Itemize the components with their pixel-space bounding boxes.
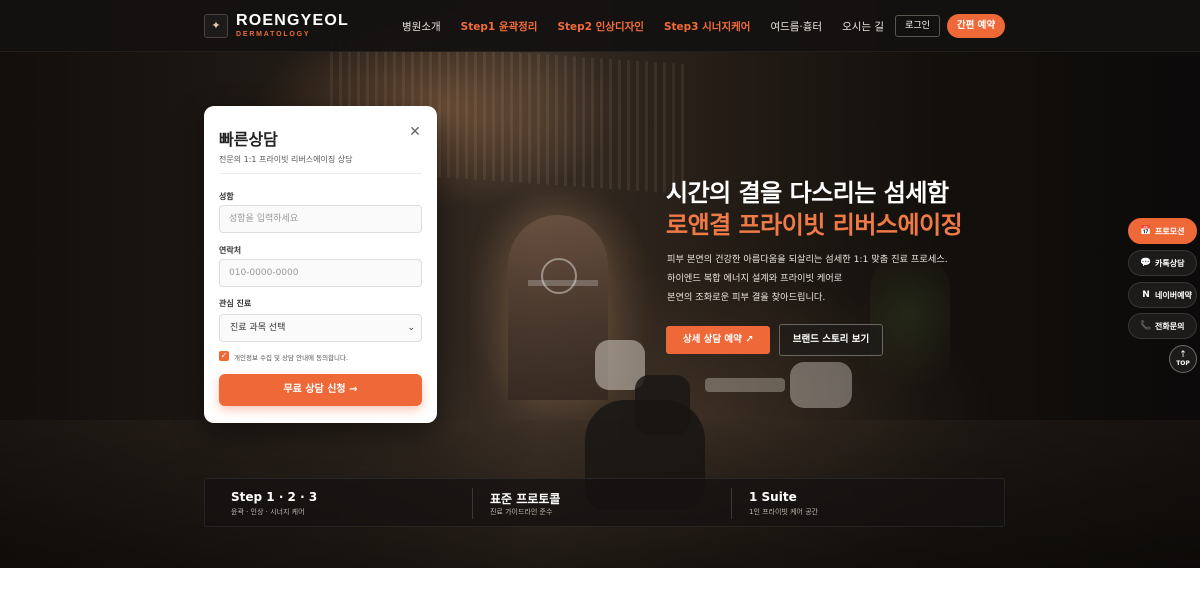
kakao-consult-label: 카톡상담 (1155, 258, 1185, 268)
form-title: 빠른상담 (219, 130, 278, 149)
quick-reservation-button[interactable]: 간편 예약 (947, 14, 1005, 38)
site-header: ✦ ROENGYEOL DERMATOLOGY 병원소개 Step1 윤곽정리 … (0, 0, 1200, 52)
agree-checkbox[interactable]: ✓ (219, 351, 229, 361)
detail-consult-label: 상세 상담 예약 (682, 334, 742, 345)
phone-label: 연락처 (219, 246, 242, 255)
nav-item-acne-scar[interactable]: 여드름·흉터 (770, 19, 822, 34)
chat-bubble-icon: 💬 (1140, 258, 1152, 268)
main-nav: 병원소개 Step1 윤곽정리 Step2 인상디자인 Step3 시너지케어 … (402, 0, 884, 52)
name-input[interactable] (219, 205, 422, 233)
phone-inquiry-label: 전화문의 (1155, 321, 1185, 331)
phone-inquiry-button[interactable]: 📞 전화문의 (1128, 313, 1197, 339)
stat-title: 1 Suite (749, 490, 797, 504)
chevron-down-icon: ⌄ (407, 323, 415, 333)
form-description: 전문의 1:1 프라이빗 리버스에이징 상담 (219, 155, 353, 164)
page: ✦ ROENGYEOL DERMATOLOGY 병원소개 Step1 윤곽정리 … (0, 0, 1200, 590)
interest-label: 관심 진료 (219, 299, 252, 308)
nav-item-step3[interactable]: Step3 시너지케어 (664, 19, 750, 34)
hero-title: 시간의 결을 다스리는 섬세함 (666, 179, 949, 207)
stat-item: 1 Suite 1인 프라이빗 케어 공간 (723, 479, 990, 528)
nav-item-step1[interactable]: Step1 윤곽정리 (461, 19, 538, 34)
form-divider (219, 173, 422, 174)
arrow-up-right-icon: ↗ (745, 334, 754, 345)
interest-select-value: 진료 과목 선택 (230, 323, 286, 333)
scroll-top-label: TOP (1176, 360, 1190, 367)
scroll-top-button[interactable]: ↑ TOP (1169, 345, 1197, 373)
calendar-icon: 📅 (1140, 226, 1152, 236)
interest-select[interactable]: 진료 과목 선택 ⌄ (219, 314, 422, 342)
kakao-consult-button[interactable]: 💬 카톡상담 (1128, 250, 1197, 276)
hero-desc-line: 피부 본연의 건강한 아름다움을 되살리는 섬세한 1:1 맞춤 진료 프로세스… (667, 254, 948, 265)
name-label: 성함 (219, 192, 234, 201)
arrow-up-icon: ↑ (1179, 350, 1187, 360)
stat-subtitle: 진료 가이드라인 준수 (490, 508, 553, 516)
login-button[interactable]: 로그인 (895, 15, 940, 37)
brand-story-button[interactable]: 브랜드 스토리 보기 (779, 324, 883, 356)
stat-subtitle: 1인 프라이빗 케어 공간 (749, 508, 819, 516)
phone-icon: 📞 (1140, 321, 1152, 331)
nav-item-location[interactable]: 오시는 길 (842, 19, 884, 34)
stat-title: Step 1 · 2 · 3 (231, 490, 318, 504)
arrow-right-icon: → (349, 384, 358, 395)
phone-input[interactable] (219, 259, 422, 287)
nav-item-about[interactable]: 병원소개 (402, 19, 441, 34)
stat-title: 표준 프로토콜 (490, 492, 561, 506)
stat-subtitle: 윤곽 · 인상 · 시너지 케어 (231, 508, 305, 516)
logo-subtitle: DERMATOLOGY (236, 31, 311, 38)
promotion-button[interactable]: 📅 프로모션 (1128, 218, 1197, 244)
hero-desc-line: 본연의 조화로운 피부 결을 찾아드립니다. (667, 292, 826, 303)
hero-title-accent: 로앤결 프라이빗 리버스에이징 (666, 211, 963, 239)
close-icon[interactable]: ✕ (407, 124, 423, 140)
naver-reservation-button[interactable]: N 네이버예약 (1128, 282, 1197, 308)
stat-item: Step 1 · 2 · 3 윤곽 · 인상 · 시너지 케어 (205, 479, 472, 528)
agree-text: 개인정보 수집 및 상담 안내에 동의합니다. (234, 354, 349, 362)
stat-item: 표준 프로토콜 진료 가이드라인 준수 (464, 479, 731, 528)
detail-consult-button[interactable]: 상세 상담 예약 ↗ (666, 326, 770, 354)
stats-bar: Step 1 · 2 · 3 윤곽 · 인상 · 시너지 케어 표준 프로토콜 … (204, 478, 1005, 527)
submit-consult-button[interactable]: 무료 상담 신청 → (219, 374, 422, 406)
logo-mark-icon[interactable]: ✦ (204, 14, 228, 38)
submit-label: 무료 상담 신청 (283, 384, 346, 395)
quick-consult-form: 빠른상담 ✕ 전문의 1:1 프라이빗 리버스에이징 상담 성함 연락처 관심 … (204, 106, 437, 423)
logo-name[interactable]: ROENGYEOL (236, 12, 349, 30)
hero-desc-line: 하이엔드 복합 에너지 설계와 프라이빗 케어로 (667, 273, 843, 284)
promotion-label: 프로모션 (1155, 226, 1185, 236)
naver-reservation-label: 네이버예약 (1155, 290, 1192, 300)
naver-icon: N (1142, 290, 1150, 300)
nav-item-step2[interactable]: Step2 인상디자인 (557, 19, 643, 34)
hero-description: 피부 본연의 건강한 아름다움을 되살리는 섬세한 1:1 맞춤 진료 프로세스… (667, 250, 948, 307)
